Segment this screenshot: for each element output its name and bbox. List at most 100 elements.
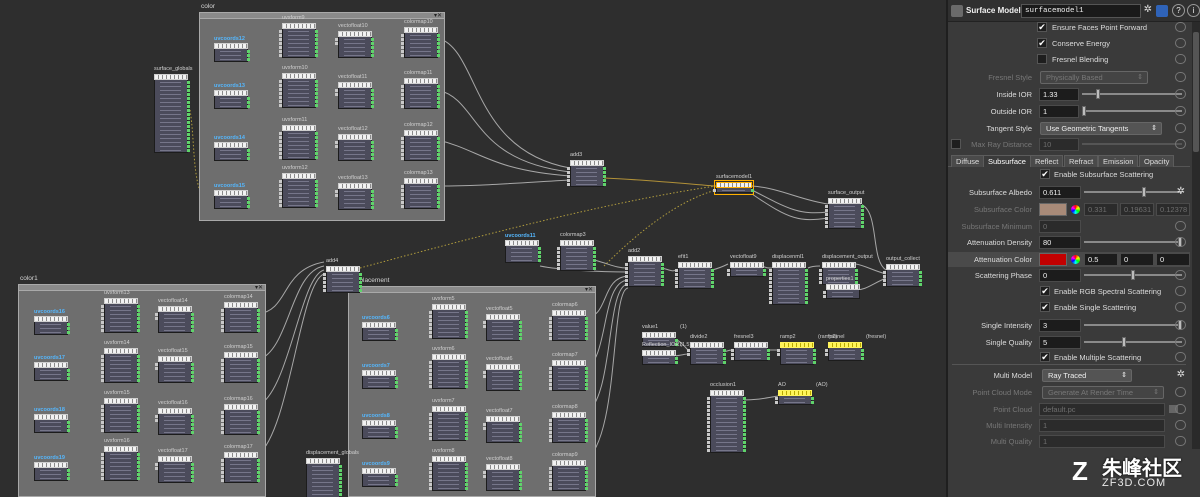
- node-uvxform13[interactable]: uvxform13: [101, 290, 140, 333]
- node-input-port[interactable]: [279, 50, 282, 53]
- node-colormap8[interactable]: colormap8: [549, 404, 588, 443]
- node-input-port[interactable]: [401, 201, 404, 204]
- node-ramp2[interactable]: ramp2 (ramp2): [777, 334, 837, 365]
- node-input-port[interactable]: [401, 50, 404, 53]
- node-input-port[interactable]: [401, 105, 404, 108]
- node-input-port[interactable]: [401, 153, 404, 156]
- node-input-port[interactable]: [279, 54, 282, 57]
- node-input-port[interactable]: [101, 421, 104, 424]
- node-input-port[interactable]: [429, 421, 432, 424]
- point-cloud-field[interactable]: default.pc: [1039, 403, 1165, 416]
- node-port-row[interactable]: [105, 328, 140, 332]
- att-color-r[interactable]: 0.5: [1084, 253, 1118, 266]
- node-uvxform15[interactable]: uvxform15: [101, 390, 140, 433]
- sss-color-g[interactable]: 0.19631: [1120, 203, 1154, 216]
- node-input-port[interactable]: [707, 441, 710, 444]
- node-port-row[interactable]: [105, 378, 140, 382]
- node-port-row[interactable]: [643, 360, 678, 364]
- tab-subsurface[interactable]: Subsurface: [983, 155, 1031, 167]
- node-port-row[interactable]: [629, 282, 664, 286]
- channel-lock-icon[interactable]: [1175, 420, 1186, 430]
- node-vectofloat12[interactable]: vectofloat12: [335, 126, 374, 161]
- node-vectofloat5[interactable]: vectofloat5: [483, 306, 522, 341]
- node-input-port[interactable]: [279, 184, 282, 187]
- node-input-port[interactable]: [429, 377, 432, 380]
- node-input-port[interactable]: [429, 327, 432, 330]
- node-input-port[interactable]: [221, 427, 224, 430]
- node-input-port[interactable]: [401, 46, 404, 49]
- scatter-phase-field[interactable]: 0: [1039, 269, 1081, 282]
- node-add4[interactable]: add4: [323, 258, 362, 293]
- node-input-port[interactable]: [429, 369, 432, 372]
- node-displacenml1[interactable]: displacenml1: [769, 254, 808, 305]
- scrollbar-thumb[interactable]: [1193, 32, 1199, 152]
- node-input-port[interactable]: [707, 409, 710, 412]
- node-uvcoords16[interactable]: uvcoords16: [34, 309, 70, 335]
- node-input-port[interactable]: [769, 293, 772, 296]
- node-input-port[interactable]: [101, 469, 104, 472]
- node-input-port[interactable]: [101, 405, 104, 408]
- node-colormap16[interactable]: colormap16: [221, 396, 260, 435]
- sss-min-field[interactable]: 0: [1039, 220, 1081, 233]
- node-input-port[interactable]: [401, 137, 404, 140]
- node-input-port[interactable]: [401, 157, 404, 160]
- node-input-port[interactable]: [221, 419, 224, 422]
- node-input-port[interactable]: [883, 283, 886, 286]
- node-input-port[interactable]: [221, 479, 224, 482]
- node-port-row[interactable]: [363, 336, 398, 340]
- node-input-port[interactable]: [557, 247, 560, 250]
- scatter-phase-slider[interactable]: [1084, 270, 1182, 280]
- node-uvcoords15[interactable]: uvcoords15: [214, 183, 250, 209]
- node-port-row[interactable]: [679, 284, 714, 288]
- node-input-port[interactable]: [221, 463, 224, 466]
- node-input-port[interactable]: [279, 200, 282, 203]
- node-input-port[interactable]: [401, 185, 404, 188]
- info-button[interactable]: i: [1187, 4, 1200, 17]
- node-input-port[interactable]: [429, 487, 432, 490]
- node-input-port[interactable]: [625, 279, 628, 282]
- node-input-port[interactable]: [675, 273, 678, 276]
- node-vectofloat10[interactable]: vectofloat10: [335, 23, 374, 58]
- node-input-port[interactable]: [625, 263, 628, 266]
- sss-albedo-field[interactable]: 0.611: [1039, 186, 1081, 199]
- node-refl[interactable]: Reflection_IOR1 (1.5): [642, 342, 691, 365]
- node-uvcoords13[interactable]: uvcoords13: [214, 83, 250, 109]
- node-vectofloat7[interactable]: vectofloat7: [483, 408, 522, 443]
- node-port-row[interactable]: [35, 330, 70, 334]
- box-controls[interactable]: ▾✕: [255, 285, 263, 291]
- node-input-port[interactable]: [279, 192, 282, 195]
- node-colormap6[interactable]: colormap6: [549, 302, 588, 341]
- node-input-port[interactable]: [823, 291, 826, 294]
- node-input-port[interactable]: [101, 379, 104, 382]
- node-input-port[interactable]: [549, 383, 552, 386]
- node-input-port[interactable]: [335, 145, 338, 148]
- node-input-port[interactable]: [221, 423, 224, 426]
- node-input-port[interactable]: [101, 465, 104, 468]
- node-input-port[interactable]: [775, 397, 778, 400]
- node-surface-output[interactable]: surface_output: [825, 190, 864, 229]
- node-input-port[interactable]: [221, 371, 224, 374]
- channel-lock-icon[interactable]: [1175, 270, 1186, 280]
- node-input-port[interactable]: [155, 363, 158, 366]
- node-vectofloat11[interactable]: vectofloat11: [335, 74, 374, 109]
- node-port-row[interactable]: [283, 155, 318, 159]
- node-input-port[interactable]: [279, 88, 282, 91]
- node-input-port[interactable]: [101, 461, 104, 464]
- node-input-port[interactable]: [429, 323, 432, 326]
- node-displacement-globals[interactable]: displacement_globals: [306, 450, 359, 497]
- node-input-port[interactable]: [335, 93, 338, 96]
- node-input-port[interactable]: [675, 269, 678, 272]
- node-input-port[interactable]: [549, 317, 552, 320]
- node-port-row[interactable]: [339, 104, 374, 108]
- node-port-row[interactable]: [711, 448, 746, 452]
- att-density-slider[interactable]: [1084, 237, 1182, 247]
- node-port-row[interactable]: [105, 428, 140, 432]
- sss-color-b[interactable]: 0.12378: [1156, 203, 1190, 216]
- max-ray-slider[interactable]: [1082, 143, 1182, 145]
- node-port-row[interactable]: [215, 57, 250, 61]
- node-input-port[interactable]: [221, 411, 224, 414]
- node-input-port[interactable]: [549, 431, 552, 434]
- node-input-port[interactable]: [401, 89, 404, 92]
- single-intensity-slider[interactable]: [1084, 320, 1182, 330]
- outside-ior-field[interactable]: 1: [1039, 105, 1079, 118]
